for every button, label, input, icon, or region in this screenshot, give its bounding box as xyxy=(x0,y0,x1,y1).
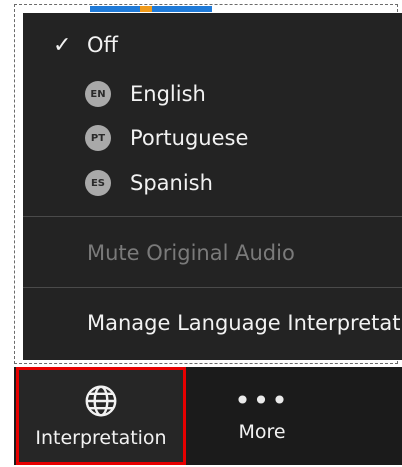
meeting-toolbar: Interpretation ••• More xyxy=(14,367,402,465)
menu-item-label: English xyxy=(130,82,206,106)
language-badge-icon: ES xyxy=(85,170,111,196)
menu-item-spanish[interactable]: ES Spanish xyxy=(23,165,402,201)
globe-icon xyxy=(85,385,117,417)
more-label: More xyxy=(238,421,286,443)
language-badge-icon: PT xyxy=(85,125,111,151)
menu-item-manage-language-interpretation[interactable]: Manage Language Interpretation xyxy=(23,305,402,341)
interpretation-menu: ✓ Off EN English PT Portuguese ES Spanis… xyxy=(23,13,402,360)
menu-divider xyxy=(23,287,402,288)
menu-item-mute-original-audio: Mute Original Audio xyxy=(23,235,402,271)
interpretation-label: Interpretation xyxy=(35,427,167,449)
interpretation-button[interactable]: Interpretation xyxy=(16,367,186,465)
more-button[interactable]: ••• More xyxy=(192,367,332,465)
menu-item-label: Portuguese xyxy=(130,126,249,150)
menu-item-label: Mute Original Audio xyxy=(87,241,295,265)
menu-item-off[interactable]: ✓ Off xyxy=(23,27,402,63)
checkmark-icon: ✓ xyxy=(53,32,72,58)
language-badge-icon: EN xyxy=(85,81,111,107)
menu-item-label: Manage Language Interpretation xyxy=(87,311,402,335)
menu-item-english[interactable]: EN English xyxy=(23,76,402,112)
ellipsis-icon: ••• xyxy=(234,384,290,417)
top-accent-strip xyxy=(90,6,220,12)
menu-item-portuguese[interactable]: PT Portuguese xyxy=(23,120,402,156)
menu-divider xyxy=(23,216,402,217)
menu-item-label: Spanish xyxy=(130,171,213,195)
menu-item-label: Off xyxy=(87,33,118,57)
